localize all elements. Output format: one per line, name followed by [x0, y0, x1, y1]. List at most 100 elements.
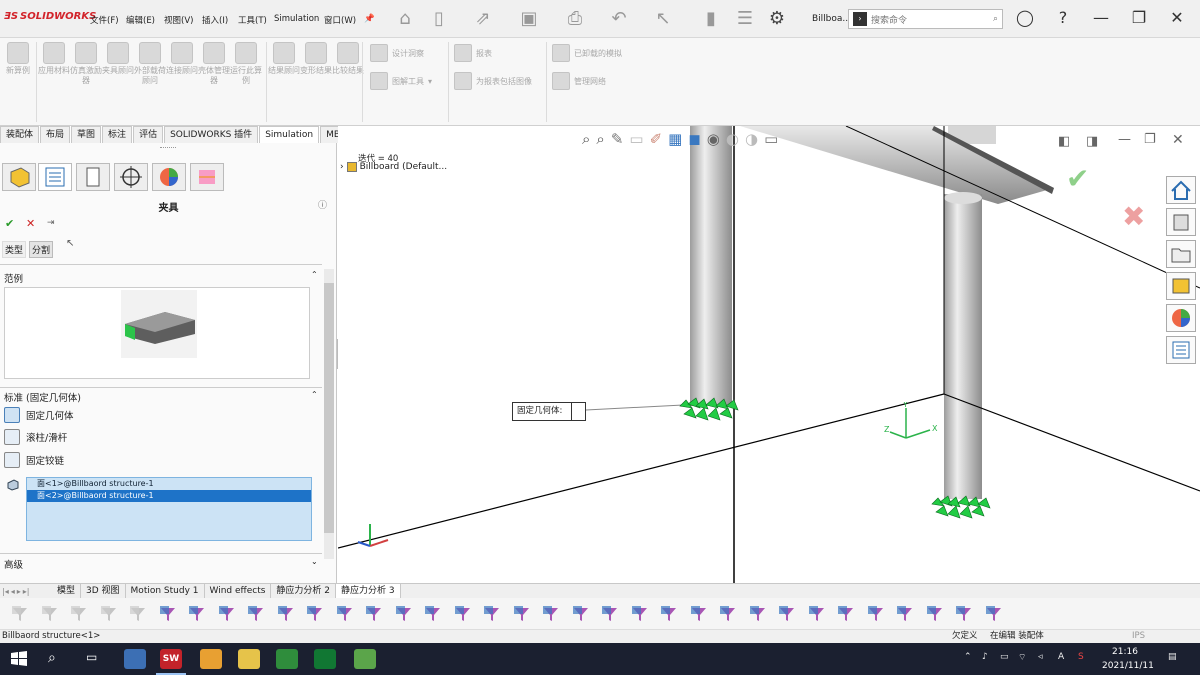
display-style-icon[interactable]: ◼ [688, 130, 700, 148]
command-tab[interactable]: 装配体 [0, 126, 40, 143]
view-orientation-icon[interactable]: ▦ [668, 130, 682, 148]
model-tab[interactable]: Motion Study 1 [126, 584, 205, 598]
select-arrow-icon[interactable] [99, 604, 119, 624]
search-icon[interactable]: ⌕ [993, 14, 998, 24]
taskbar-date[interactable]: 2021/11/11 [1102, 661, 1154, 671]
ribbon-button[interactable]: 新算例 [2, 42, 34, 76]
task-pane-file-explorer[interactable] [1166, 240, 1196, 268]
search-icon[interactable]: ⌕ [48, 650, 56, 666]
tab-display-manager[interactable] [152, 163, 186, 191]
pin-icon[interactable]: ⇥ [47, 218, 55, 228]
confirm-corner-ok-icon[interactable]: ✔ [1066, 162, 1089, 195]
expand-icon[interactable]: ⌄ [311, 557, 318, 566]
tab-simulation[interactable] [190, 163, 224, 191]
filter-axes-icon[interactable] [246, 604, 266, 624]
include-image-button[interactable]: 为报表包括图像 [454, 72, 532, 90]
menu-item[interactable]: Simulation [274, 14, 319, 24]
model-tab[interactable]: 静应力分析 2 [271, 584, 337, 598]
filter-block-icon[interactable] [659, 604, 679, 624]
filter-sketch-icon[interactable] [305, 604, 325, 624]
zoom-to-fit-icon[interactable]: ⌕ [582, 130, 590, 148]
section-view-icon[interactable]: ▭ [629, 130, 643, 148]
model-tab[interactable]: 模型 [52, 584, 82, 598]
battery-icon[interactable]: ▭ [1000, 652, 1009, 662]
command-tab[interactable]: 布局 [40, 126, 71, 143]
previous-view-icon[interactable]: ✎ [611, 130, 624, 148]
help-icon[interactable]: ? [1052, 8, 1074, 27]
next-tab-icon[interactable]: ▸ [17, 587, 21, 596]
rebuild-icon[interactable]: ▮ [700, 8, 722, 30]
dynamic-annotation-icon[interactable]: ✐ [650, 130, 663, 148]
offloaded-simulation-button[interactable]: 已卸载的模拟 [552, 44, 622, 62]
help-icon[interactable]: ⓘ [318, 198, 327, 211]
ime-indicator[interactable]: A [1058, 652, 1064, 662]
windows-start-icon[interactable] [10, 650, 28, 668]
filter-table-icon[interactable] [748, 604, 768, 624]
microphone-icon[interactable]: ♪ [982, 652, 988, 662]
fixture-option[interactable]: 固定铰链 [4, 450, 64, 470]
task-view-icon[interactable]: ▭ [86, 650, 97, 664]
close-icon[interactable]: ✕ [1166, 8, 1188, 27]
edit-appearance-icon[interactable]: ◐ [726, 130, 739, 148]
filter-route-icon[interactable] [689, 604, 709, 624]
collapse-icon[interactable]: ⌃ [311, 390, 318, 399]
filter-balloon-stack-icon[interactable] [925, 604, 945, 624]
manage-network-button[interactable]: 管理网络 [552, 72, 606, 90]
scrollbar-thumb[interactable] [324, 283, 334, 533]
panel-scrollbar[interactable] [324, 269, 334, 559]
menu-item[interactable]: 工具(T) [238, 14, 267, 26]
collapse-icon[interactable]: ⌃ [311, 270, 318, 279]
task-pane-view-palette[interactable] [1166, 272, 1196, 300]
gear-icon[interactable]: ⚙ [766, 8, 788, 30]
solidworks-app-icon[interactable]: SW [160, 649, 182, 669]
selected-face-item[interactable]: 面<2>@Billbaord structure-1 [27, 490, 311, 502]
view-expand-icon[interactable]: ◨ [1086, 134, 1098, 149]
ribbon-button[interactable]: 仿真激励器 [70, 42, 102, 86]
ribbon-button[interactable]: 外部载荷顾问 [134, 42, 166, 86]
view-settings-icon[interactable]: ▭ [764, 130, 778, 148]
pin-menu-icon[interactable]: 📌 [364, 14, 375, 24]
fixture-option[interactable]: 固定几何体 [4, 405, 74, 425]
filter-cosmetic-icon[interactable] [600, 604, 620, 624]
menu-item[interactable]: 视图(V) [164, 14, 193, 26]
minimize-icon[interactable]: — [1118, 132, 1131, 147]
ok-icon[interactable]: ✔ [5, 217, 14, 230]
tab-dimxpert[interactable] [114, 163, 148, 191]
command-tab[interactable]: SOLIDWORKS 插件 [164, 126, 259, 143]
file-explorer-icon[interactable] [238, 649, 260, 669]
filter-weld-icon[interactable] [423, 604, 443, 624]
close-icon[interactable]: ✕ [1172, 132, 1184, 148]
ribbon-button[interactable]: 夹具顾问 [102, 42, 134, 76]
menu-item[interactable]: 插入(I) [202, 14, 228, 26]
task-pane-home[interactable] [1166, 176, 1196, 204]
menu-item[interactable]: 编辑(E) [126, 14, 155, 26]
apply-scene-icon[interactable]: ◑ [745, 130, 758, 148]
solidworks-logo[interactable]: ƎS SOLIDWORKS [4, 11, 96, 22]
filter-vertices-icon[interactable] [69, 604, 89, 624]
design-insight-button[interactable]: 设计洞察 [370, 44, 424, 62]
filter-dowel-icon[interactable] [895, 604, 915, 624]
open-icon[interactable]: ⇗ [472, 8, 494, 30]
menu-item[interactable]: 窗口(W) [324, 14, 356, 26]
taskbar-time[interactable]: 21:16 [1112, 647, 1138, 657]
confirm-corner-cancel-icon[interactable]: ✖ [1122, 200, 1145, 233]
ribbon-button[interactable]: 结果顾问 [268, 42, 300, 76]
filter-annotation-icon[interactable] [364, 604, 384, 624]
panel-grip[interactable] [160, 147, 176, 151]
tab-configuration-manager[interactable] [76, 163, 110, 191]
first-tab-icon[interactable]: |◂ [2, 587, 9, 596]
new-document-icon[interactable]: ▯ [428, 8, 450, 30]
model-tab[interactable]: Wind effects [205, 584, 272, 598]
select-icon[interactable]: ↖ [652, 8, 674, 30]
zoom-area-icon[interactable]: ⌕ [596, 130, 604, 148]
ribbon-button[interactable]: 壳体管理器 [198, 42, 230, 86]
restore-icon[interactable]: ❐ [1144, 132, 1156, 147]
filter-mark-icon[interactable] [718, 604, 738, 624]
selected-face-item[interactable]: 面<1>@Billbaord structure-1 [27, 478, 311, 490]
filter-midpoint-icon[interactable] [807, 604, 827, 624]
filter-faces-icon[interactable] [158, 604, 178, 624]
model-tab[interactable]: 静应力分析 3 [336, 584, 401, 598]
last-tab-icon[interactable]: ▸| [23, 587, 30, 596]
graphics-area[interactable]: 固定几何体: 迭代 = 40 › Billboard (Default... ⌕… [338, 126, 1200, 584]
filter-cutlist-icon[interactable] [777, 604, 797, 624]
